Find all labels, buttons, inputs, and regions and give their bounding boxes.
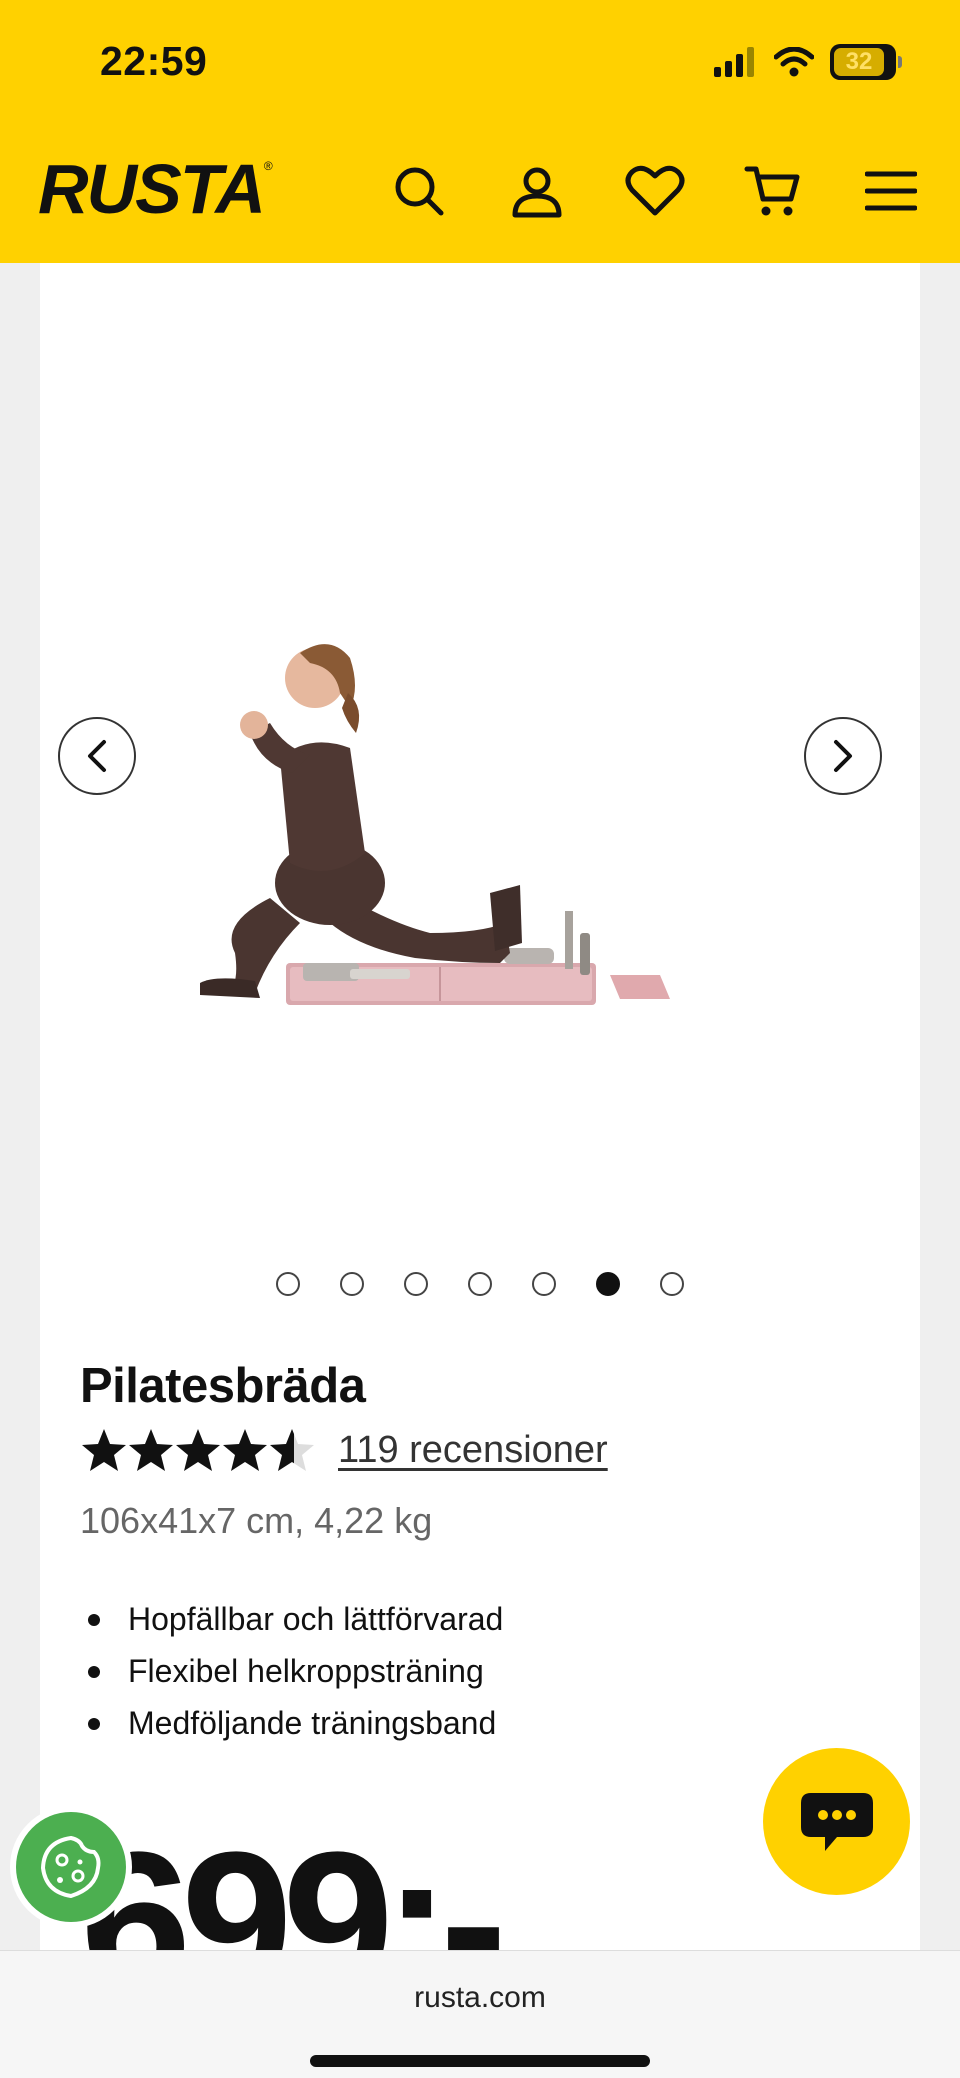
status-icons: 32 <box>714 44 902 80</box>
gallery-dot-active[interactable] <box>596 1272 620 1296</box>
wishlist-heart-icon[interactable] <box>620 156 690 226</box>
gallery-dot[interactable] <box>276 1272 300 1296</box>
gallery-dot[interactable] <box>468 1272 492 1296</box>
chevron-left-icon <box>88 740 106 772</box>
battery-icon: 32 <box>830 44 902 80</box>
battery-level: 32 <box>834 48 884 76</box>
chat-bubble-icon <box>800 1792 873 1851</box>
site-header: RUSTA® <box>0 130 960 263</box>
star-rating <box>82 1429 314 1471</box>
product-image[interactable] <box>160 493 800 1053</box>
chevron-right-icon <box>834 740 852 772</box>
product-card: Pilatesbräda 119 recensioner 106x41x7 cm… <box>40 263 920 2023</box>
gallery-dot[interactable] <box>340 1272 364 1296</box>
feature-item: Flexibel helkroppsträning <box>80 1645 503 1697</box>
rating-row: 119 recensioner <box>80 1426 608 1474</box>
status-time: 22:59 <box>100 38 208 84</box>
home-indicator <box>310 2055 650 2067</box>
gallery-dot[interactable] <box>532 1272 556 1296</box>
cookie-icon <box>40 1835 101 1899</box>
product-title: Pilatesbräda <box>80 1359 366 1413</box>
signal-icon <box>714 47 754 77</box>
reviews-link[interactable]: 119 recensioner <box>338 1429 608 1472</box>
menu-icon[interactable] <box>856 156 926 226</box>
product-specs: 106x41x7 cm, 4,22 kg <box>80 1500 433 1541</box>
gallery-next-button[interactable] <box>804 717 882 795</box>
gallery-dots <box>40 1272 920 1296</box>
feature-list: Hopfällbar och lättförvarad Flexibel hel… <box>80 1593 503 1749</box>
url-text[interactable]: rusta.com <box>0 1981 960 2015</box>
wifi-icon <box>774 47 814 77</box>
gallery-dot[interactable] <box>404 1272 428 1296</box>
gallery-dot[interactable] <box>660 1272 684 1296</box>
chat-button[interactable] <box>763 1748 910 1895</box>
browser-url-bar[interactable]: rusta.com <box>0 1950 960 2078</box>
cookie-settings-button[interactable] <box>10 1806 132 1928</box>
feature-item: Hopfällbar och lättförvarad <box>80 1593 503 1645</box>
status-bar: 22:59 32 <box>0 0 960 130</box>
rusta-logo[interactable]: RUSTA® <box>38 154 273 224</box>
gallery-prev-button[interactable] <box>58 717 136 795</box>
account-icon[interactable] <box>502 156 572 226</box>
feature-item: Medföljande träningsband <box>80 1697 503 1749</box>
search-icon[interactable] <box>384 156 454 226</box>
cart-icon[interactable] <box>738 156 808 226</box>
